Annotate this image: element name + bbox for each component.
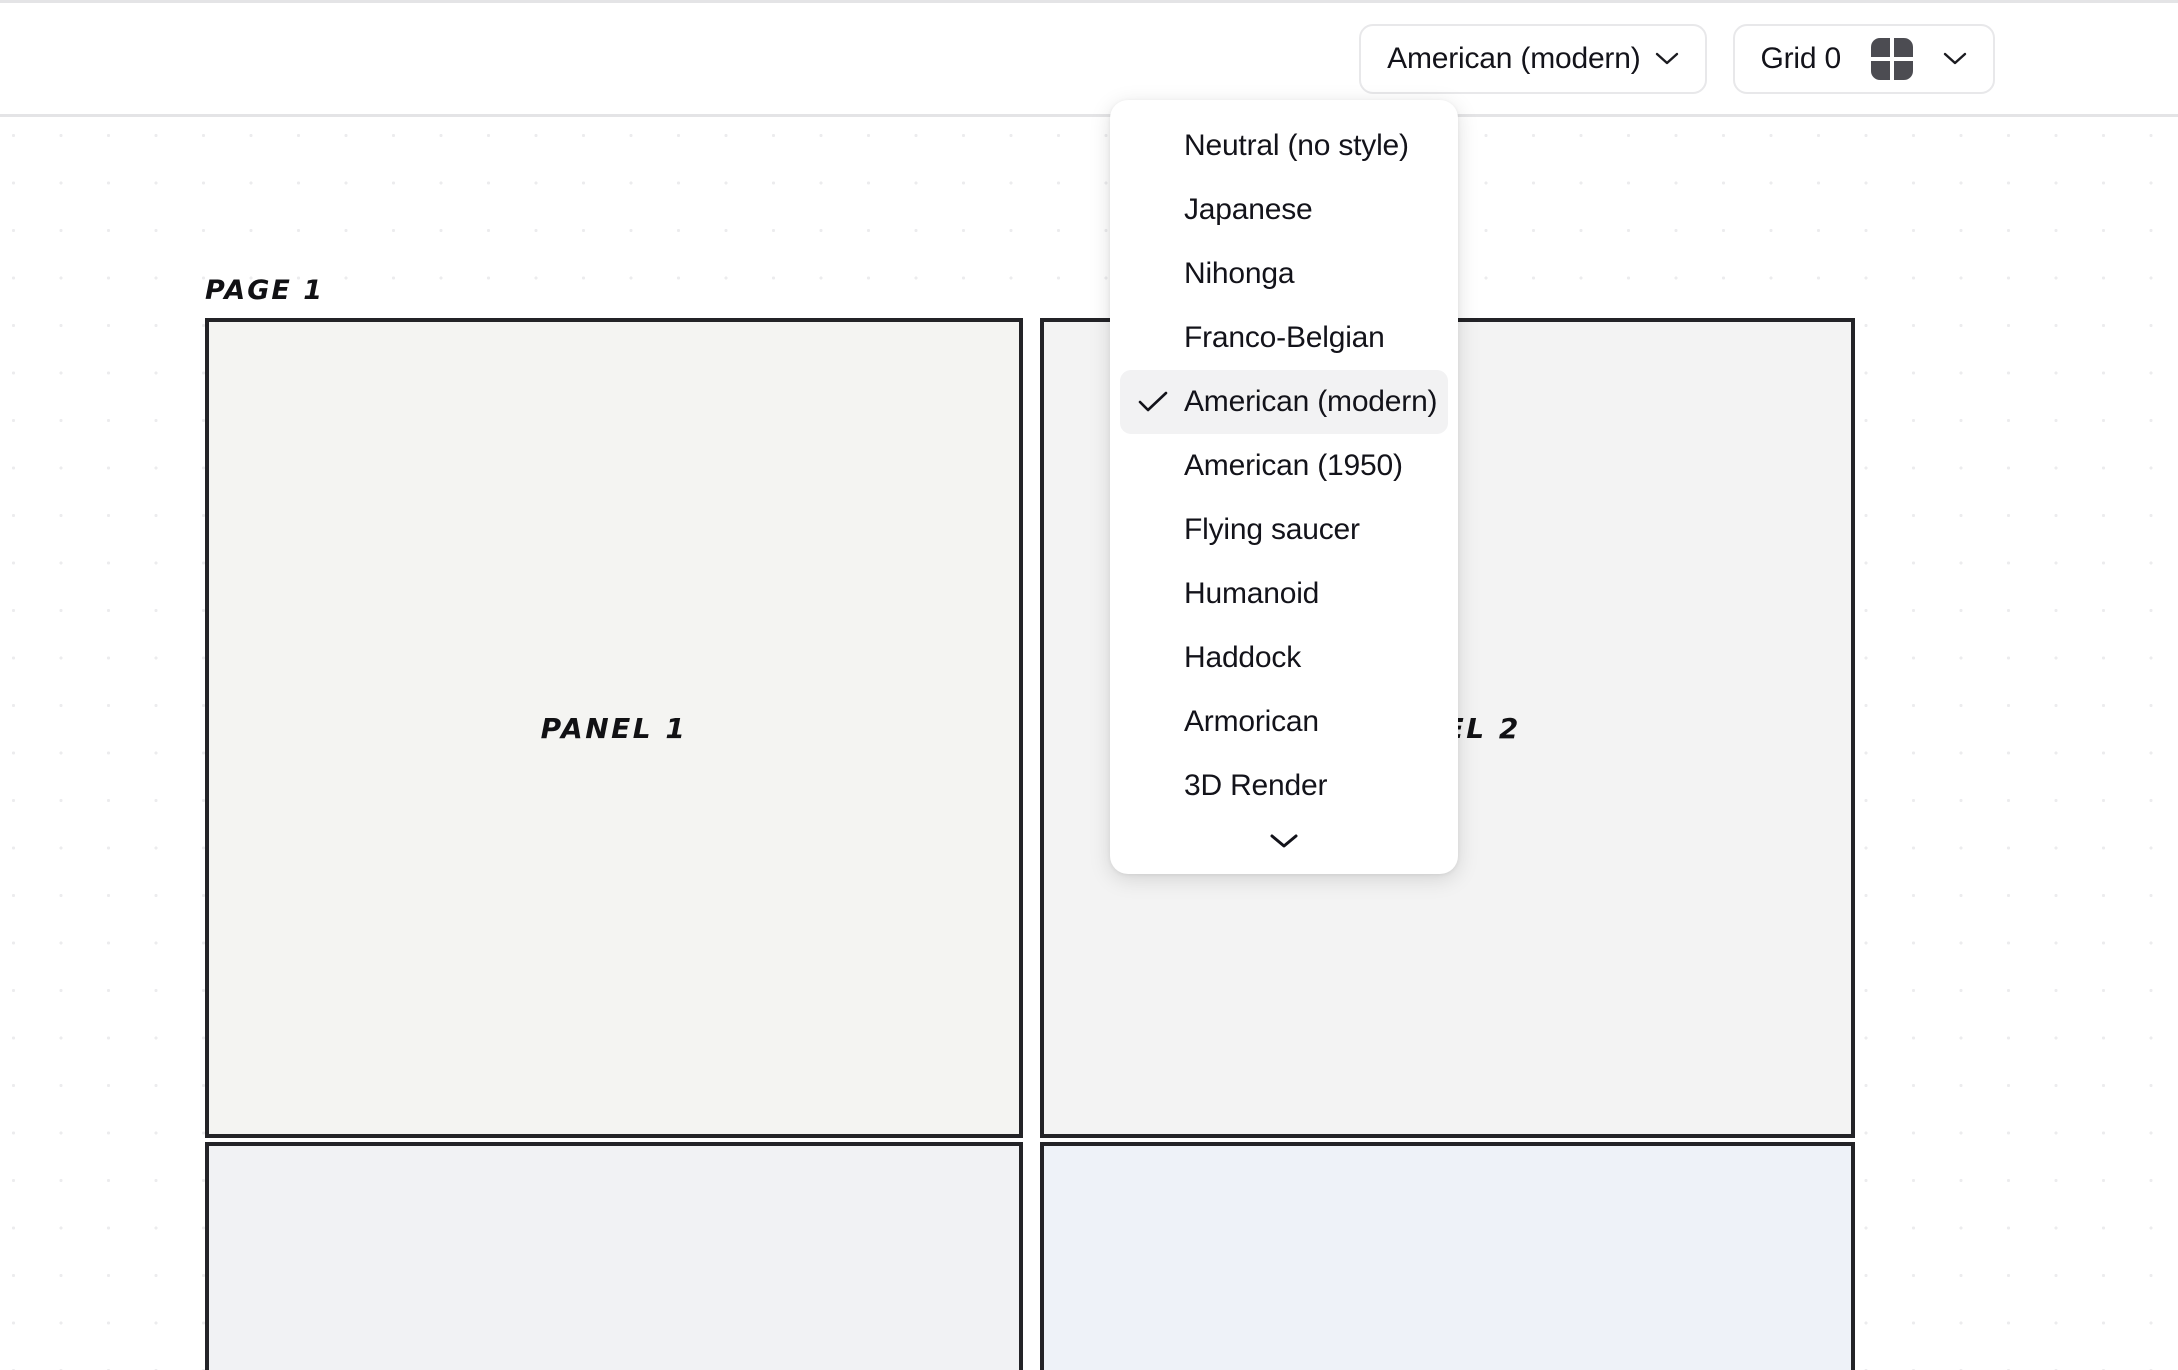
menu-item-label: American (modern) <box>1184 385 1438 418</box>
menu-item-american-modern[interactable]: American (modern) <box>1120 370 1448 434</box>
menu-item-franco-belgian[interactable]: Franco-Belgian <box>1120 306 1448 370</box>
menu-item-neutral[interactable]: Neutral (no style) <box>1120 114 1448 178</box>
page-title: PAGE 1 <box>205 275 324 306</box>
comic-panel-1[interactable]: PANEL 1 <box>205 318 1023 1138</box>
menu-item-label: American (1950) <box>1184 449 1403 482</box>
menu-item-label: Franco-Belgian <box>1184 321 1385 354</box>
menu-item-label: Humanoid <box>1184 577 1320 610</box>
grid-select-label: Grid 0 <box>1760 41 1842 75</box>
checkmark-icon <box>1134 391 1184 413</box>
grid-2x2-icon <box>1871 37 1913 80</box>
grid-select-button[interactable]: Grid 0 <box>1732 23 1995 94</box>
style-dropdown-menu[interactable]: Neutral (no style) Japanese Nihonga Fran… <box>1110 100 1458 874</box>
menu-item-label: Neutral (no style) <box>1184 129 1409 162</box>
menu-item-label: Japanese <box>1184 193 1313 226</box>
menu-item-haddock[interactable]: Haddock <box>1120 626 1448 690</box>
menu-item-nihonga[interactable]: Nihonga <box>1120 242 1448 306</box>
comic-canvas[interactable]: PAGE 1 PANEL 1 PANEL 2 <box>0 120 2178 1370</box>
menu-item-humanoid[interactable]: Humanoid <box>1120 562 1448 626</box>
menu-item-label: Armorican <box>1184 705 1319 738</box>
menu-item-japanese[interactable]: Japanese <box>1120 178 1448 242</box>
menu-item-label: Haddock <box>1184 641 1302 674</box>
style-select-value: American (modern) <box>1387 41 1641 75</box>
menu-item-american-1950[interactable]: American (1950) <box>1120 434 1448 498</box>
top-toolbar: American (modern) Grid 0 <box>0 0 2178 117</box>
menu-item-armorican[interactable]: Armorican <box>1120 690 1448 754</box>
comic-panel-4[interactable] <box>1040 1142 1855 1370</box>
menu-item-label: 3D Render <box>1184 769 1328 802</box>
chevron-down-icon <box>1655 52 1679 66</box>
style-select-button[interactable]: American (modern) <box>1359 23 1707 94</box>
menu-item-flying-saucer[interactable]: Flying saucer <box>1120 498 1448 562</box>
comic-panel-3[interactable] <box>205 1142 1023 1370</box>
menu-item-label: Nihonga <box>1184 257 1295 290</box>
scroll-more-chevron-down-icon[interactable] <box>1120 818 1448 864</box>
menu-item-label: Flying saucer <box>1184 513 1360 546</box>
panel-1-label: PANEL 1 <box>540 711 688 745</box>
menu-item-3d-render[interactable]: 3D Render <box>1120 754 1448 818</box>
chevron-down-icon <box>1943 52 1967 66</box>
